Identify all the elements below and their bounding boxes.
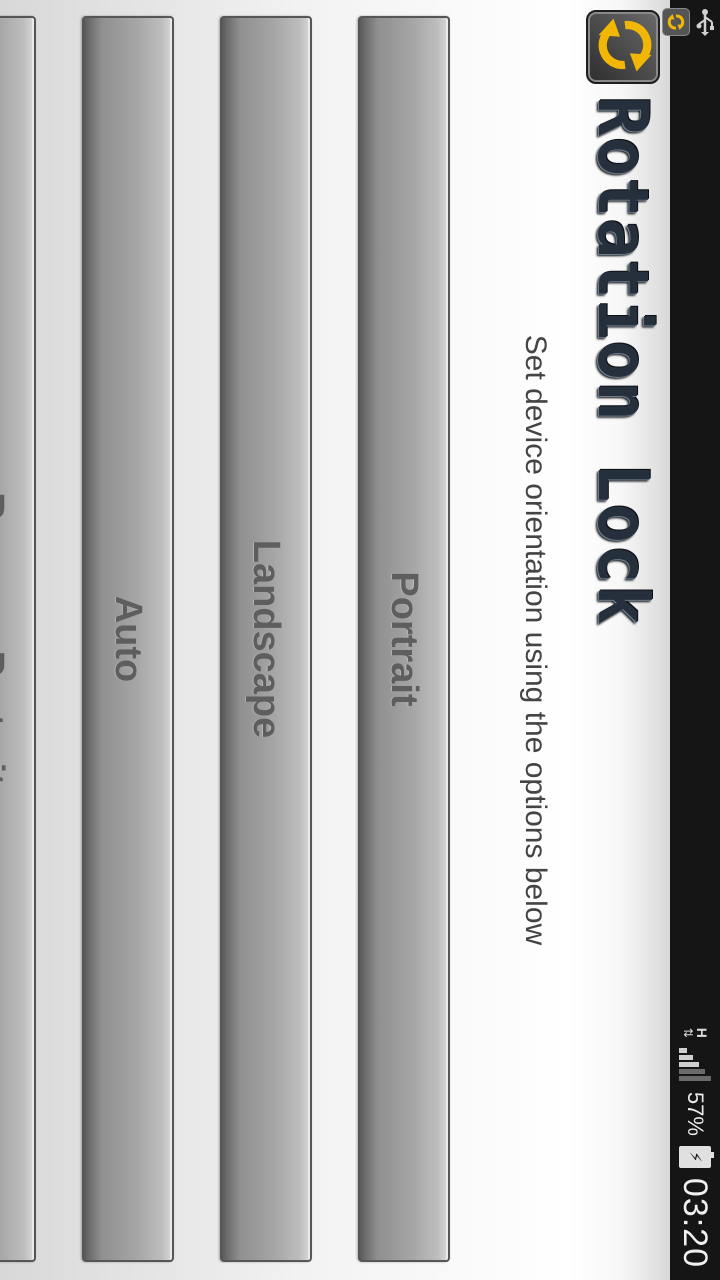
- reverse-portrait-button[interactable]: Reverse Portrait: [0, 16, 36, 1262]
- app-title: Rotation Lock: [582, 96, 663, 626]
- signal-bars-icon: [679, 1047, 711, 1082]
- landscape-button[interactable]: Landscape: [220, 16, 312, 1262]
- portrait-button[interactable]: Portrait: [358, 16, 450, 1262]
- battery-percent: 57%: [683, 1091, 708, 1136]
- network-type-label: H: [694, 1027, 710, 1038]
- usb-icon: [694, 8, 716, 36]
- system-status-area: H ⇅ 57% ⚡ 03:20: [670, 1028, 720, 1268]
- data-activity-icon: ⇅: [681, 1027, 695, 1038]
- auto-button-label: Auto: [107, 595, 150, 683]
- reverse-portrait-button-label: Reverse Portrait: [0, 492, 12, 786]
- status-bar: H ⇅ 57% ⚡ 03:20: [662, 0, 720, 1280]
- clock: 03:20: [676, 1177, 715, 1268]
- rotation-arrows-icon: [586, 10, 660, 84]
- network-type-indicator: H ⇅: [681, 1027, 710, 1038]
- notification-area: [662, 8, 716, 36]
- instruction-text: Set device orientation using the options…: [519, 334, 552, 946]
- battery-charging-icon: ⚡: [679, 1145, 711, 1168]
- auto-button[interactable]: Auto: [82, 16, 174, 1262]
- app-screen: H ⇅ 57% ⚡ 03:20 Rotation Lock Set device…: [0, 0, 720, 1280]
- app-header: Rotation Lock: [570, 0, 670, 1280]
- landscape-button-label: Landscape: [245, 539, 288, 739]
- portrait-button-label: Portrait: [383, 571, 426, 707]
